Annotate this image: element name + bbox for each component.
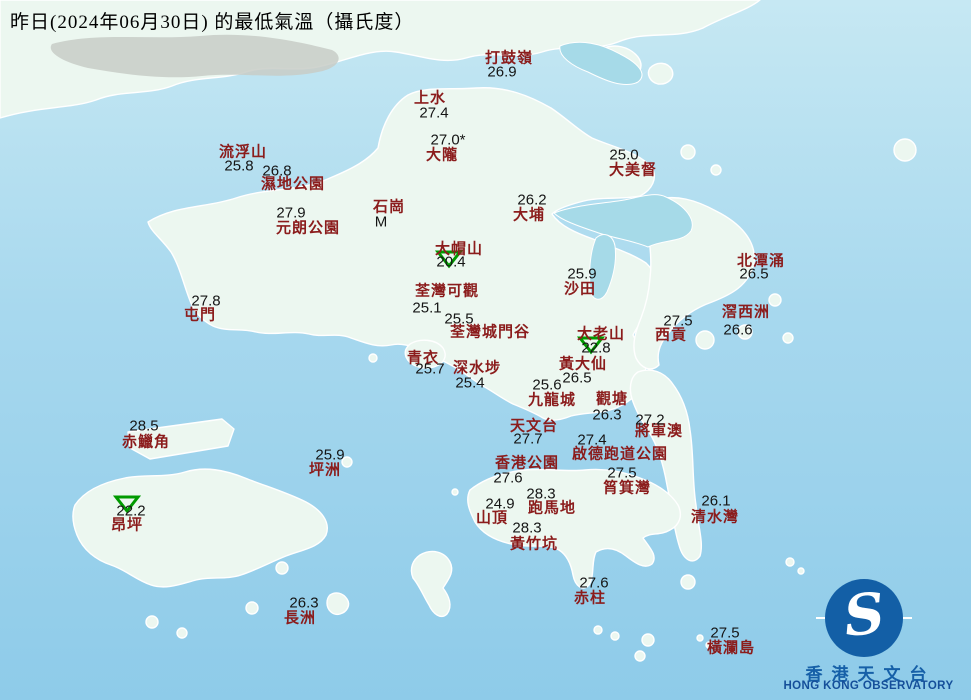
station-temp-label: 25.8 — [224, 158, 253, 175]
station-temp-label: 28.3 — [512, 520, 541, 537]
station-temp-label: 22.2 — [116, 503, 145, 520]
station-temp-label: 22.8 — [581, 340, 610, 357]
station-temp-label: 26.5 — [739, 266, 768, 283]
station-temp-label: 26.3 — [592, 407, 621, 424]
station-temp-label: 25.7 — [415, 361, 444, 378]
station-temp-label: 26.5 — [562, 370, 591, 387]
station-name-label: 滘西洲 — [722, 301, 770, 322]
station-temp-label: 25.5 — [444, 311, 473, 328]
station-name-label: 觀塘 — [596, 388, 628, 409]
station-temp-label: 27.0* — [430, 132, 465, 149]
station-temp-label: 26.2 — [517, 192, 546, 209]
station-name-label: 荃灣可觀 — [415, 280, 479, 301]
station-temp-label: 28.3 — [526, 486, 555, 503]
station-temp-label: 25.0 — [609, 147, 638, 164]
station-temp-label: 20.4 — [436, 254, 465, 271]
station-temp-label: 25.9 — [315, 447, 344, 464]
station-temp-label: 26.1 — [701, 493, 730, 510]
station-temp-label: 27.4 — [419, 105, 448, 122]
station-temp-label: 27.6 — [579, 575, 608, 592]
station-temp-label: 25.6 — [532, 377, 561, 394]
station-temp-label: 27.2 — [635, 412, 664, 429]
station-temp-label: 26.6 — [723, 322, 752, 339]
logo-monogram: S — [840, 580, 887, 650]
station-temp-label: 27.5 — [663, 313, 692, 330]
station-temp-label: 25.4 — [455, 375, 484, 392]
logo-english-name: HONG KONG OBSERVATORY — [766, 680, 971, 692]
station-temp-label: 27.5 — [710, 625, 739, 642]
station-temp-label: 28.5 — [129, 418, 158, 435]
station-temp-label: 27.6 — [493, 470, 522, 487]
station-temp-label: 26.8 — [262, 163, 291, 180]
station-temp-label: 25.9 — [567, 266, 596, 283]
station-temp-label: 26.9 — [487, 64, 516, 81]
hko-logo-icon: S — [825, 579, 903, 657]
station-temp-label: 25.1 — [412, 300, 441, 317]
weather-map-screen: 昨日(2024年06月30日) 的最低氣溫（攝氏度） 26.9打鼓嶺27.4上水… — [0, 0, 971, 700]
station-temp-label: 26.3 — [289, 595, 318, 612]
station-temp-label: M — [375, 214, 388, 231]
station-temp-label: 27.4 — [577, 432, 606, 449]
station-temp-label: 27.9 — [276, 205, 305, 222]
page-title: 昨日(2024年06月30日) 的最低氣溫（攝氏度） — [10, 7, 414, 34]
hko-logo: S 香港天文台 HONG KONG OBSERVATORY — [766, 572, 971, 700]
station-temp-label: 27.7 — [513, 431, 542, 448]
station-temp-label: 27.5 — [607, 465, 636, 482]
station-temp-label: 27.8 — [191, 293, 220, 310]
station-temp-label: 24.9 — [485, 496, 514, 513]
